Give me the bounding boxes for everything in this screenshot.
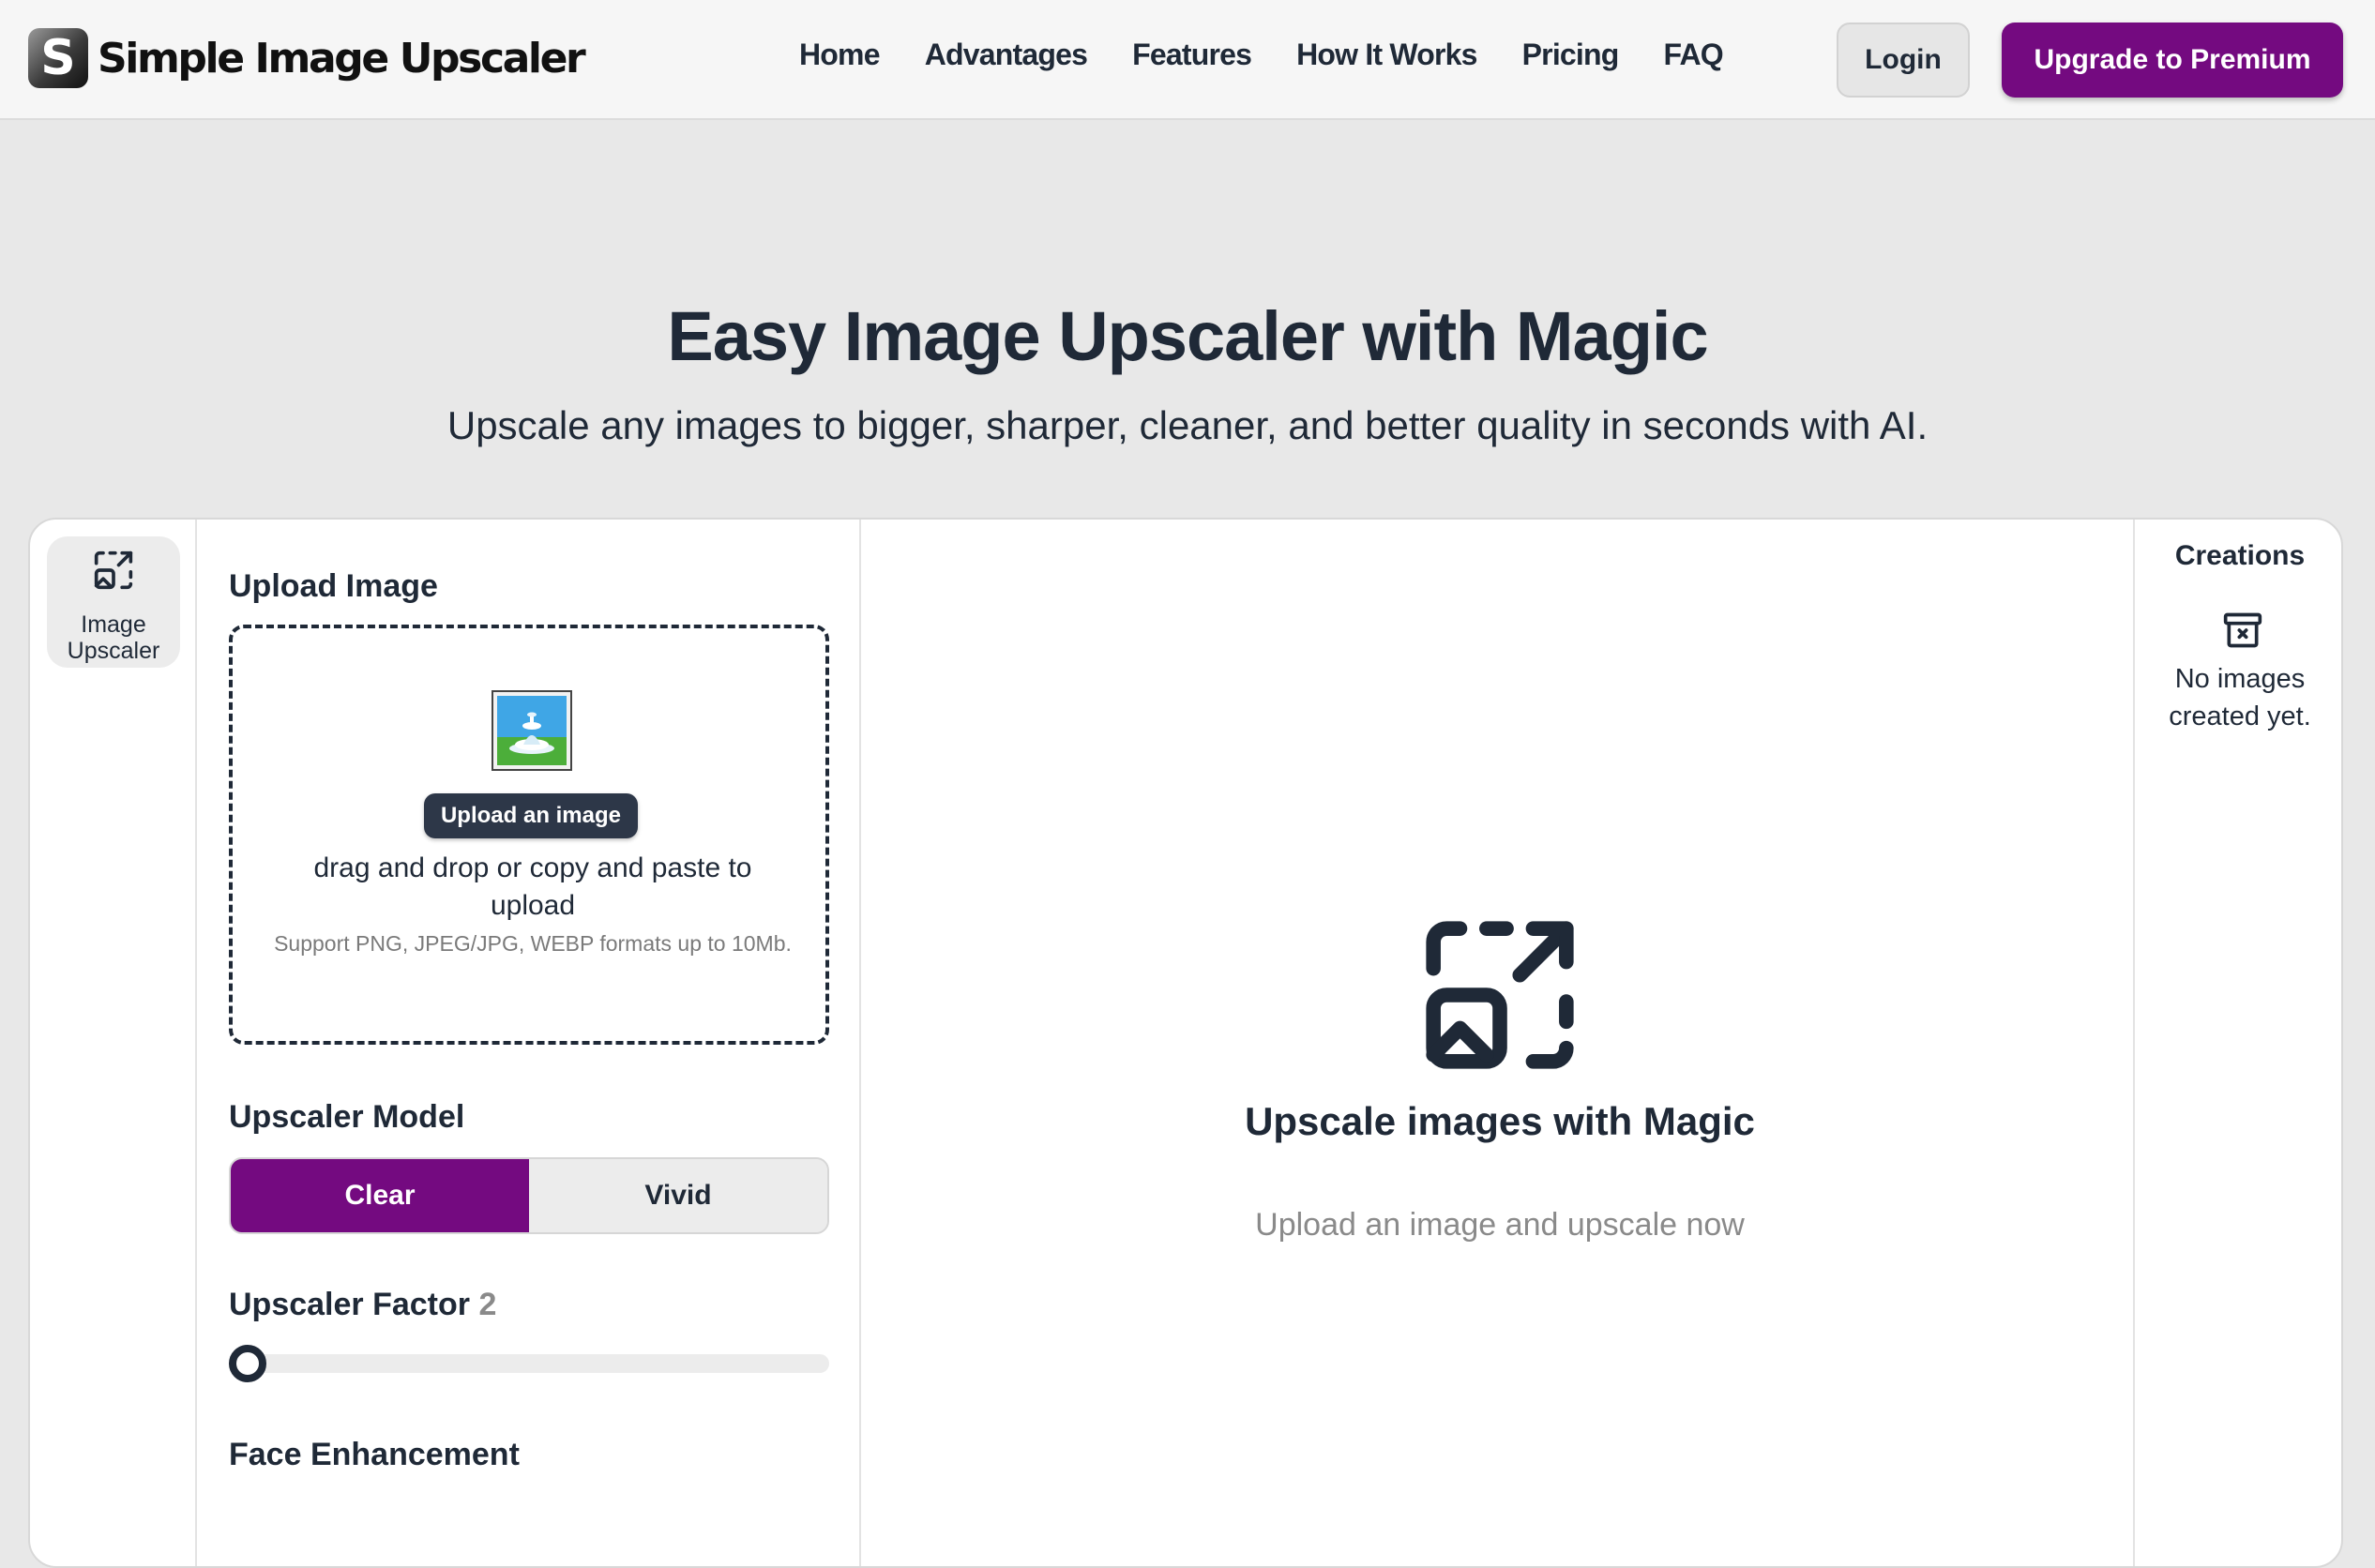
factor-slider[interactable] bbox=[229, 1345, 829, 1382]
upscaler-app-card: Image Upscaler Upload Image Upload an im… bbox=[28, 518, 2343, 1568]
archive-empty-icon bbox=[2223, 612, 2262, 648]
nav-home[interactable]: Home bbox=[799, 38, 881, 72]
factor-value: 2 bbox=[478, 1287, 497, 1322]
creations-empty-text: No images created yet. bbox=[2169, 664, 2311, 731]
upload-heading: Upload Image bbox=[229, 568, 438, 604]
model-heading: Upscaler Model bbox=[229, 1099, 465, 1135]
tool-rail: Image Upscaler bbox=[30, 520, 197, 1566]
upload-image-button[interactable]: Upload an image bbox=[424, 793, 638, 838]
nav-features[interactable]: Features bbox=[1132, 38, 1252, 72]
nav-faq[interactable]: FAQ bbox=[1664, 38, 1724, 72]
landscape-image-icon bbox=[492, 690, 572, 771]
dropzone-formats: Support PNG, JPEG/JPG, WEBP formats up t… bbox=[274, 931, 792, 956]
logo-text: Simple Image Upscaler bbox=[98, 34, 586, 83]
factor-heading-text: Upscaler Factor bbox=[229, 1287, 470, 1322]
model-selector: Clear Vivid bbox=[229, 1157, 829, 1234]
image-upscale-icon bbox=[1426, 921, 1574, 1069]
creations-title: Creations bbox=[2174, 540, 2306, 571]
logo[interactable]: S Simple Image Upscaler bbox=[28, 28, 586, 88]
nav-pricing[interactable]: Pricing bbox=[1522, 38, 1620, 72]
model-vivid-button[interactable]: Vivid bbox=[529, 1159, 827, 1232]
login-button[interactable]: Login bbox=[1837, 23, 1970, 98]
preview-subtitle: Upload an image and upscale now bbox=[1255, 1207, 1745, 1243]
factor-heading: Upscaler Factor 2 bbox=[229, 1287, 496, 1323]
page-title: Easy Image Upscaler with Magic bbox=[667, 297, 1708, 375]
dropzone-hint: drag and drop or copy and paste to uploa… bbox=[313, 852, 752, 921]
logo-mark-icon: S bbox=[28, 28, 88, 88]
tool-image-upscaler[interactable]: Image Upscaler bbox=[47, 536, 180, 668]
model-clear-button[interactable]: Clear bbox=[231, 1159, 529, 1232]
image-upscale-icon bbox=[94, 550, 133, 590]
creations-panel: Creations No images created yet. bbox=[2133, 520, 2341, 1566]
upload-dropzone[interactable]: Upload an image drag and drop or copy an… bbox=[229, 625, 829, 1045]
upgrade-premium-button[interactable]: Upgrade to Premium bbox=[2002, 23, 2343, 98]
preview-area: Upscale images with Magic Upload an imag… bbox=[863, 520, 2137, 1566]
main-nav: Home Advantages Features How It Works Pr… bbox=[799, 38, 1768, 72]
nav-advantages[interactable]: Advantages bbox=[925, 38, 1088, 72]
settings-panel: Upload Image Upload an image drag and dr… bbox=[199, 520, 861, 1566]
face-enhancement-heading: Face Enhancement bbox=[229, 1437, 520, 1472]
nav-how-it-works[interactable]: How It Works bbox=[1296, 38, 1477, 72]
tool-label: Image Upscaler bbox=[67, 611, 160, 664]
page-subtitle: Upscale any images to bigger, sharper, c… bbox=[446, 403, 1929, 447]
preview-title: Upscale images with Magic bbox=[1245, 1099, 1755, 1143]
top-bar: S Simple Image Upscaler Home Advantages … bbox=[0, 0, 2375, 120]
factor-slider-handle[interactable] bbox=[229, 1345, 266, 1382]
